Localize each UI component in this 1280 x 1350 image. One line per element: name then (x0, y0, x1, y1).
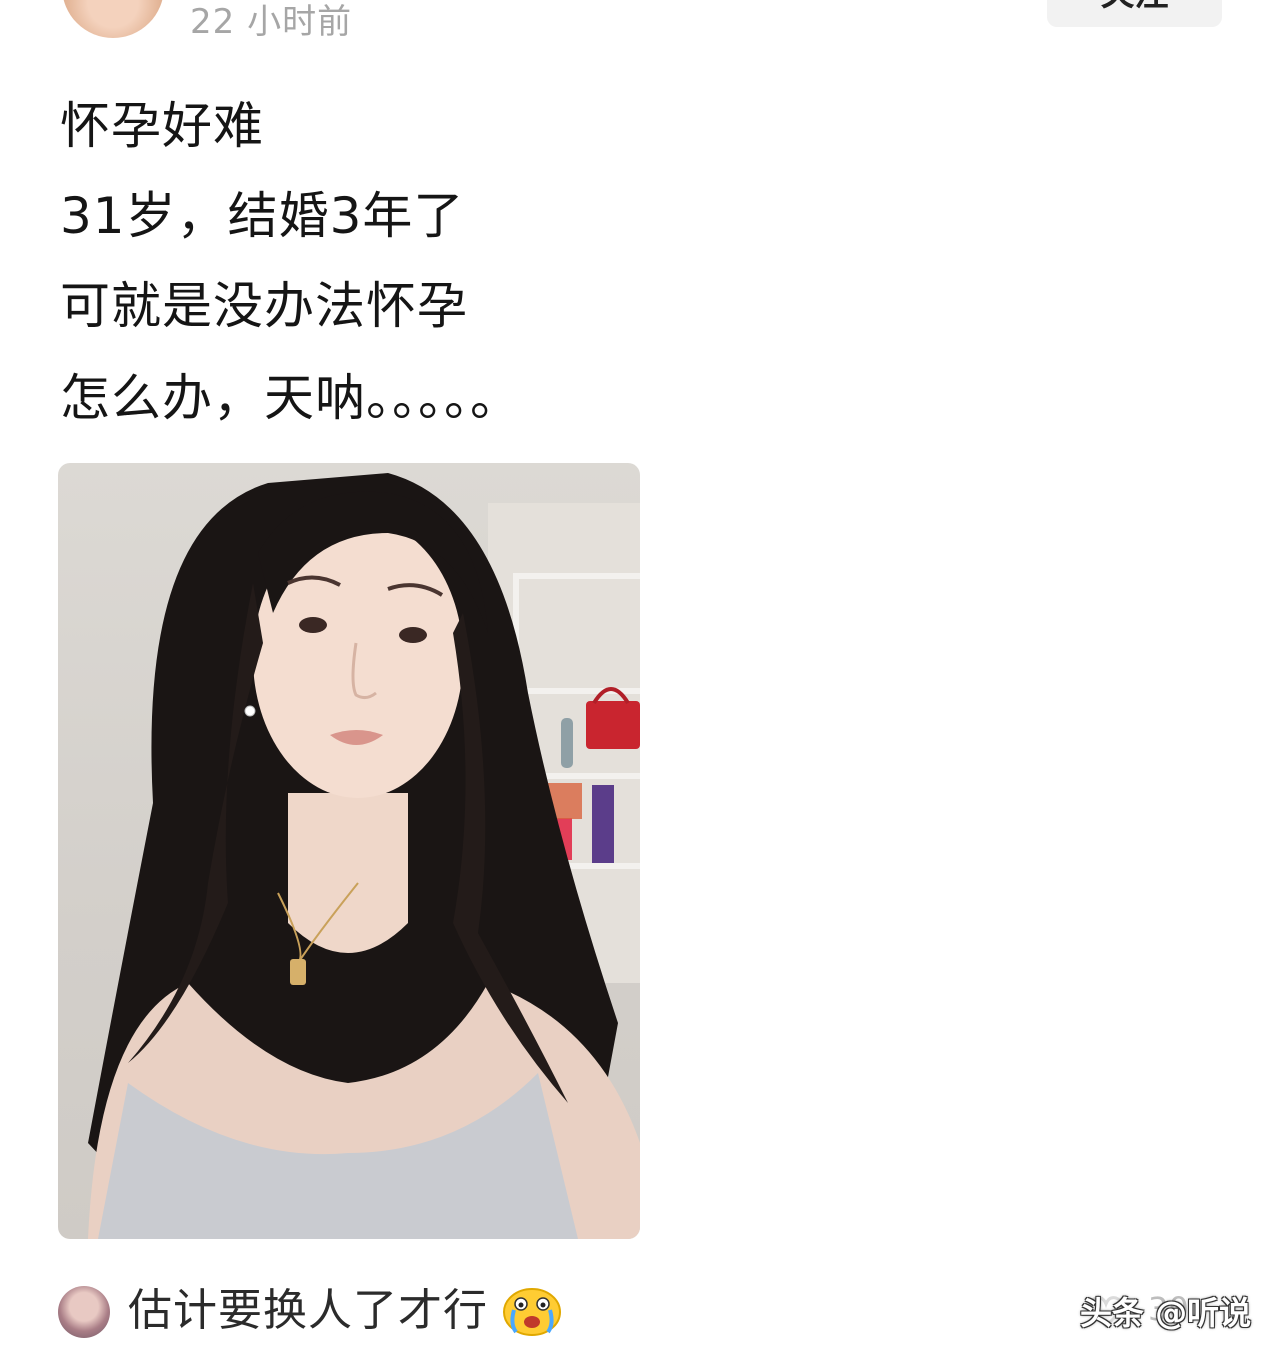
crying-face-emoji-icon (503, 1288, 561, 1336)
post-text-line-3: 可就是没办法怀孕 (60, 277, 468, 335)
author-avatar[interactable] (62, 0, 164, 38)
comment-text: 估计要换人了才行 (128, 1285, 488, 1336)
post-text-line-1: 怀孕好难 (60, 97, 264, 155)
post-text-line-2: 31岁，结婚3年了 (60, 187, 465, 245)
post-text-line-4: 怎么办，天呐。。。。。 (60, 369, 521, 427)
watermark: 头条 @听说 (1080, 1294, 1252, 1332)
follow-button[interactable]: 关注 (1047, 0, 1222, 27)
post-photo[interactable] (58, 463, 640, 1239)
commenter-avatar[interactable] (58, 1286, 110, 1338)
post-timestamp: 22 小时前 (190, 2, 353, 42)
